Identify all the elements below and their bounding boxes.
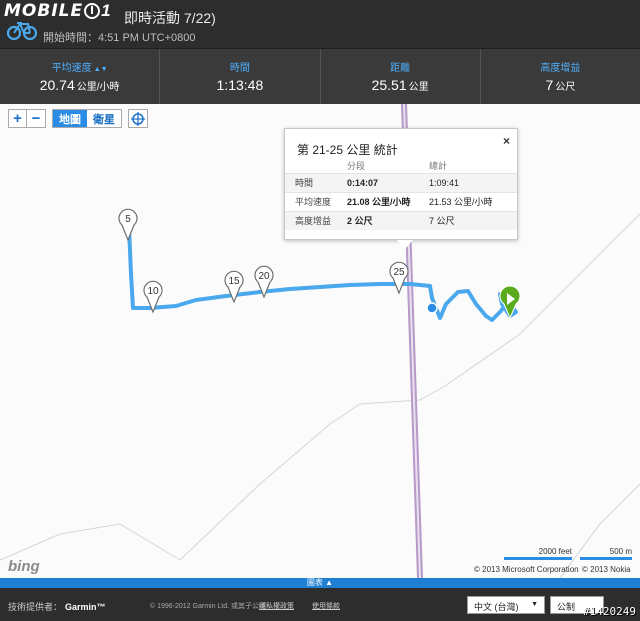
logo-brand-tail: 1 — [101, 1, 111, 20]
logo-clock-icon — [84, 3, 101, 19]
road-line — [559, 483, 640, 578]
popup-col-total: 總計 — [429, 161, 448, 172]
popup-stats-table: 分段 總計 時間 0:14:07 1:09:41 平均速度 21.08 公里/小… — [285, 159, 517, 230]
current-position-dot[interactable] — [426, 302, 438, 314]
mobile01-logo[interactable]: MOBILE 1 — [4, 1, 111, 21]
units-value: 公制 — [557, 602, 576, 612]
table-row: 高度增益 2 公尺 7 公尺 — [285, 210, 517, 230]
scale-feet-label: 2000 feet — [538, 547, 572, 556]
stat-distance-unit: 公里 — [408, 82, 429, 93]
stat-distance-value: 25.51 — [371, 77, 407, 93]
map-type-map[interactable]: 地圖 — [53, 110, 87, 127]
row-label: 時間 — [285, 172, 347, 192]
route-map[interactable]: 5 10 15 20 25 + − 地圖 衛星 第 21-25 公里 統計 × 分段 總… — [0, 104, 640, 578]
popup-col-segment: 分段 — [347, 161, 366, 172]
route-track — [127, 225, 518, 322]
map-type-satellite[interactable]: 衛星 — [87, 110, 121, 127]
zoom-in-button[interactable]: + — [8, 109, 27, 128]
zoom-controls: + − — [8, 109, 46, 128]
garmin-brand[interactable]: Garmin™ — [65, 602, 106, 612]
start-time: 開始時間：4:51 PM UTC+0800 — [43, 32, 196, 44]
footer-copyright: © 1996-2012 Garmin Ltd. 或其子公司 — [150, 603, 267, 610]
stat-elevation-label: 高度增益 — [540, 63, 581, 74]
row-segment: 21.08 公里/小時 — [347, 191, 429, 211]
app-header: MOBILE 1 即時活動 7/22) 開始時間：4:51 PM UTC+080… — [0, 0, 640, 48]
crosshair-icon — [131, 111, 145, 126]
map-copyright-nokia: © 2013 Nokia — [582, 565, 631, 574]
sort-toggle-icon[interactable]: ▲▼ — [94, 66, 108, 73]
map-copyright-microsoft: © 2013 Microsoft Corporation — [474, 565, 579, 574]
table-row: 平均速度 21.08 公里/小時 21.53 公里/小時 — [285, 191, 517, 211]
language-value: 中文 (台灣) — [474, 602, 519, 612]
stat-avg-speed-label: 平均速度 — [51, 63, 92, 74]
provider-label: 技術提供者： — [8, 602, 63, 612]
popup-title: 第 21-25 公里 統計 — [297, 143, 398, 157]
distance-marker-label: 10 — [147, 286, 159, 297]
language-select[interactable]: 中文 (台灣) ▼ — [467, 596, 545, 614]
stat-time: 時間 1:13:48 — [160, 49, 321, 104]
scale-meters-bar — [580, 557, 632, 560]
logo-brand-text: MOBILE — [4, 1, 84, 21]
privacy-policy-link[interactable]: 隱私權政策 — [259, 601, 294, 611]
distance-marker-label: 15 — [228, 276, 240, 287]
zoom-out-button[interactable]: − — [27, 109, 46, 128]
row-total: 21.53 公里/小時 — [429, 191, 517, 211]
stat-distance-label: 距離 — [390, 63, 411, 74]
map-type-toggle: 地圖 衛星 — [52, 109, 122, 128]
stat-time-label: 時間 — [229, 63, 250, 74]
chart-toggle-bar[interactable]: 圖表 ▲ — [0, 578, 640, 588]
distance-marker-label: 20 — [258, 271, 270, 282]
popup-close-button[interactable]: × — [503, 134, 510, 148]
distance-marker-5[interactable]: 5 — [118, 208, 138, 242]
stat-distance: 距離 25.51 公里 — [321, 49, 481, 104]
terms-of-use-link[interactable]: 使用條款 — [312, 601, 340, 611]
summary-stats: 平均速度 ▲▼ 20.74 公里/小時 時間 1:13:48 距離 25.51 公里 … — [0, 48, 640, 104]
distance-marker-label: 5 — [125, 214, 131, 225]
row-total: 1:09:41 — [429, 172, 517, 192]
chevron-down-icon: ▼ — [531, 601, 538, 608]
row-total: 7 公尺 — [429, 210, 517, 230]
cycling-activity-icon — [6, 22, 38, 40]
stat-avg-speed-unit: 公里/小時 — [76, 82, 120, 93]
popup-pointer — [397, 240, 413, 249]
stat-elevation-gain: 高度增益 7 公尺 — [481, 49, 640, 104]
watermark-id: #1420249 — [583, 605, 636, 618]
row-label: 平均速度 — [285, 191, 347, 211]
distance-marker-25[interactable]: 25 — [389, 261, 409, 295]
page-footer: 技術提供者： Garmin™ © 1996-2012 Garmin Ltd. 或其… — [0, 588, 640, 621]
locate-button[interactable] — [128, 109, 148, 128]
stat-avg-speed[interactable]: 平均速度 ▲▼ 20.74 公里/小時 — [0, 49, 161, 104]
bing-logo: bing — [8, 558, 40, 575]
provider-text: 技術提供者： Garmin™ — [8, 600, 106, 613]
scale-feet-bar — [504, 557, 572, 560]
stat-elevation-value: 7 — [545, 77, 554, 93]
distance-marker-label: 25 — [393, 267, 405, 278]
row-label: 高度增益 — [285, 210, 347, 230]
stat-time-value: 1:13:48 — [216, 77, 264, 93]
road-line — [0, 523, 181, 561]
stat-avg-speed-value: 20.74 — [39, 77, 75, 93]
stat-elevation-unit: 公尺 — [555, 82, 576, 93]
scale-meters-label: 500 m — [609, 547, 632, 556]
row-segment: 2 公尺 — [347, 210, 429, 230]
activity-title: 即時活動 7/22) — [124, 10, 216, 26]
row-segment: 0:14:07 — [347, 172, 429, 192]
segment-stats-popup: 第 21-25 公里 統計 × 分段 總計 時間 0:14:07 1:09:41… — [284, 128, 518, 249]
table-row: 時間 0:14:07 1:09:41 — [285, 172, 517, 192]
